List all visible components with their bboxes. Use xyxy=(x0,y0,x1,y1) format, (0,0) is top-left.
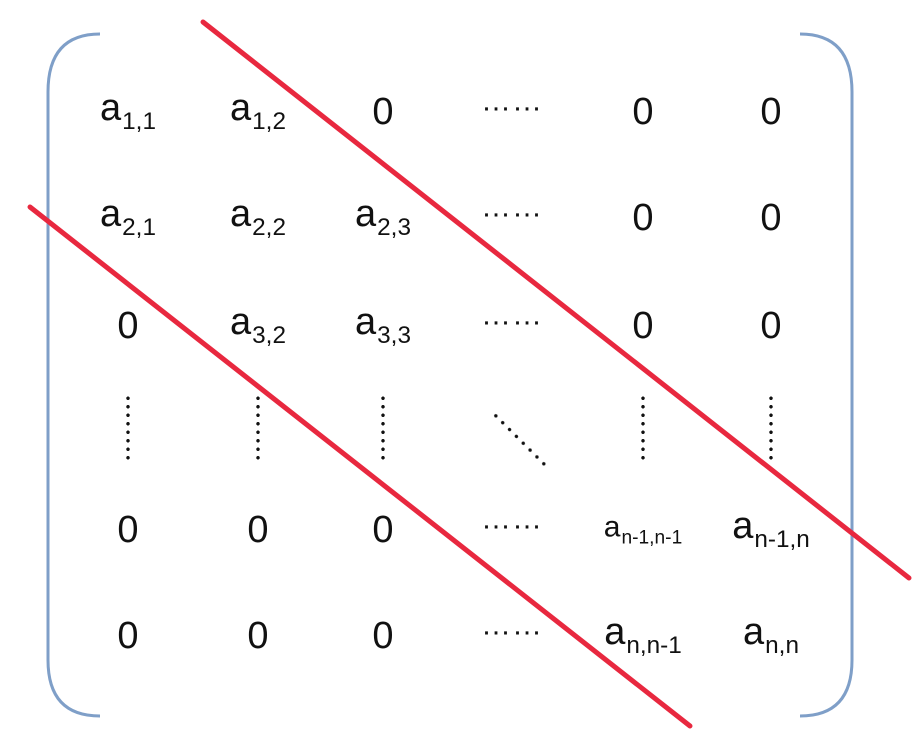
vertical-ellipsis xyxy=(256,394,260,462)
entry-subscript: 2,3 xyxy=(377,214,411,242)
entry-subscript: 1,1 xyxy=(122,108,156,136)
horizontal-ellipsis: …… xyxy=(481,502,543,536)
entry-subscript: 3,2 xyxy=(252,322,286,350)
matrix-entry: a3,2 xyxy=(230,303,286,349)
matrix-entry: a1,1 xyxy=(100,89,156,135)
diagonal-ellipsis xyxy=(491,411,549,469)
matrix-zero-entry: 0 xyxy=(247,509,269,551)
matrix-entry: a3,3 xyxy=(355,303,411,349)
matrix-zero-entry: 0 xyxy=(632,91,654,133)
matrix-zero-entry: 0 xyxy=(247,615,269,657)
matrix-entries: a1,1 a1,2 0…… 0 0 a2,1 a2,2 a2,3…… 0 0 0 a3,2 a3,3……… xyxy=(0,0,912,742)
entry-base: a xyxy=(603,510,621,544)
vertical-ellipsis xyxy=(641,394,645,462)
matrix-zero-entry: 0 xyxy=(632,197,654,239)
vertical-ellipsis xyxy=(769,394,773,462)
matrix-zero-entry: 0 xyxy=(117,305,139,347)
matrix-zero-entry: 0 xyxy=(117,509,139,551)
entry-base: a xyxy=(732,505,754,548)
matrix-entry: an,n-1 xyxy=(604,613,682,659)
horizontal-ellipsis: …… xyxy=(481,190,543,224)
matrix-zero-entry: 0 xyxy=(760,197,782,239)
matrix-entry: an-1,n-1 xyxy=(603,510,683,549)
matrix-entry: a2,2 xyxy=(230,195,286,241)
entry-base: a xyxy=(230,193,252,236)
matrix-entry: a2,1 xyxy=(100,195,156,241)
entry-subscript: n-1,n-1 xyxy=(621,527,683,549)
matrix-zero-entry: 0 xyxy=(760,91,782,133)
matrix-entry: an,n xyxy=(743,613,799,659)
horizontal-ellipsis: …… xyxy=(481,84,543,118)
entry-base: a xyxy=(230,301,252,344)
matrix-zero-entry: 0 xyxy=(372,615,394,657)
entry-base: a xyxy=(355,193,377,236)
entry-subscript: n,n-1 xyxy=(626,632,682,660)
entry-base: a xyxy=(100,87,122,130)
entry-subscript: 1,2 xyxy=(252,108,286,136)
matrix-entry: an-1,n xyxy=(732,507,810,553)
matrix-entry: a2,3 xyxy=(355,195,411,241)
entry-subscript: n-1,n xyxy=(754,526,810,554)
matrix-entry: a1,2 xyxy=(230,89,286,135)
entry-subscript: 2,1 xyxy=(122,214,156,242)
entry-subscript: 2,2 xyxy=(252,214,286,242)
entry-base: a xyxy=(100,193,122,236)
matrix-zero-entry: 0 xyxy=(117,615,139,657)
vertical-ellipsis xyxy=(126,394,130,462)
matrix-zero-entry: 0 xyxy=(760,305,782,347)
entry-subscript: 3,3 xyxy=(377,322,411,350)
vertical-ellipsis xyxy=(381,394,385,462)
entry-base: a xyxy=(604,611,626,654)
matrix-zero-entry: 0 xyxy=(632,305,654,347)
entry-base: a xyxy=(355,301,377,344)
horizontal-ellipsis: …… xyxy=(481,298,543,332)
matrix-zero-entry: 0 xyxy=(372,509,394,551)
horizontal-ellipsis: …… xyxy=(481,608,543,642)
matrix-zero-entry: 0 xyxy=(372,91,394,133)
entry-subscript: n,n xyxy=(765,632,799,660)
entry-base: a xyxy=(230,87,252,130)
entry-base: a xyxy=(743,611,765,654)
